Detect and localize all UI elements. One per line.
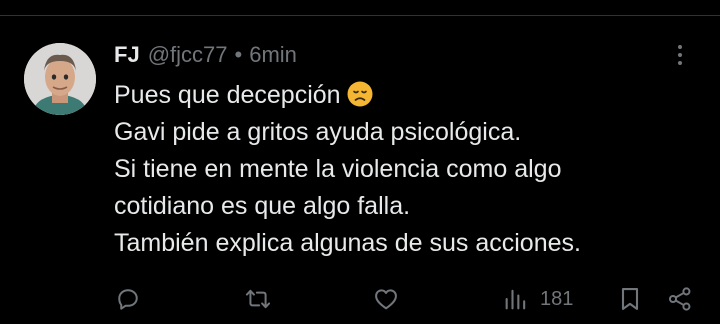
reply-button[interactable] [114,279,142,319]
author-handle[interactable]: @fjcc77 [148,42,228,68]
like-button[interactable] [372,279,400,319]
author-name[interactable]: FJ [114,42,140,68]
retweet-icon [245,289,271,309]
views-icon [505,289,526,310]
bookmark-button[interactable] [616,279,644,319]
separator-dot: • [234,42,243,67]
bookmark-icon [621,288,639,310]
retweet-button[interactable] [244,279,272,319]
tweet-text: Pues que decepción Gavi pide a gritos ay… [114,77,704,262]
top-divider [0,0,720,16]
tweet-line-3: Si tiene en mente la violencia como algo [114,155,562,183]
views-count: 181 [540,287,574,310]
views-button[interactable]: 181 [502,279,573,319]
more-options-icon[interactable] [668,41,692,69]
tweet[interactable]: FJ @fjcc77 • 6min Pues que decepción Gav… [0,17,720,324]
disappointed-face-emoji [347,81,373,107]
tweet-line-5: También explica algunas de sus acciones. [114,229,581,257]
avatar[interactable] [24,43,96,115]
tweet-line-1: Pues que decepción [114,77,704,114]
like-icon [375,289,397,310]
timestamp[interactable]: 6min [249,42,297,68]
action-bar: 181 [0,279,720,319]
tweet-header: FJ @fjcc77 • 6min [114,39,297,71]
avatar-image [24,43,96,115]
share-icon [668,287,691,311]
share-button[interactable] [666,279,694,319]
reply-icon [118,289,138,310]
tweet-line-4: cotidiano es que algo falla. [114,192,411,220]
tweet-line-1-text: Pues que decepción [114,81,341,109]
tweet-line-2: Gavi pide a gritos ayuda psicológica. [114,118,522,146]
